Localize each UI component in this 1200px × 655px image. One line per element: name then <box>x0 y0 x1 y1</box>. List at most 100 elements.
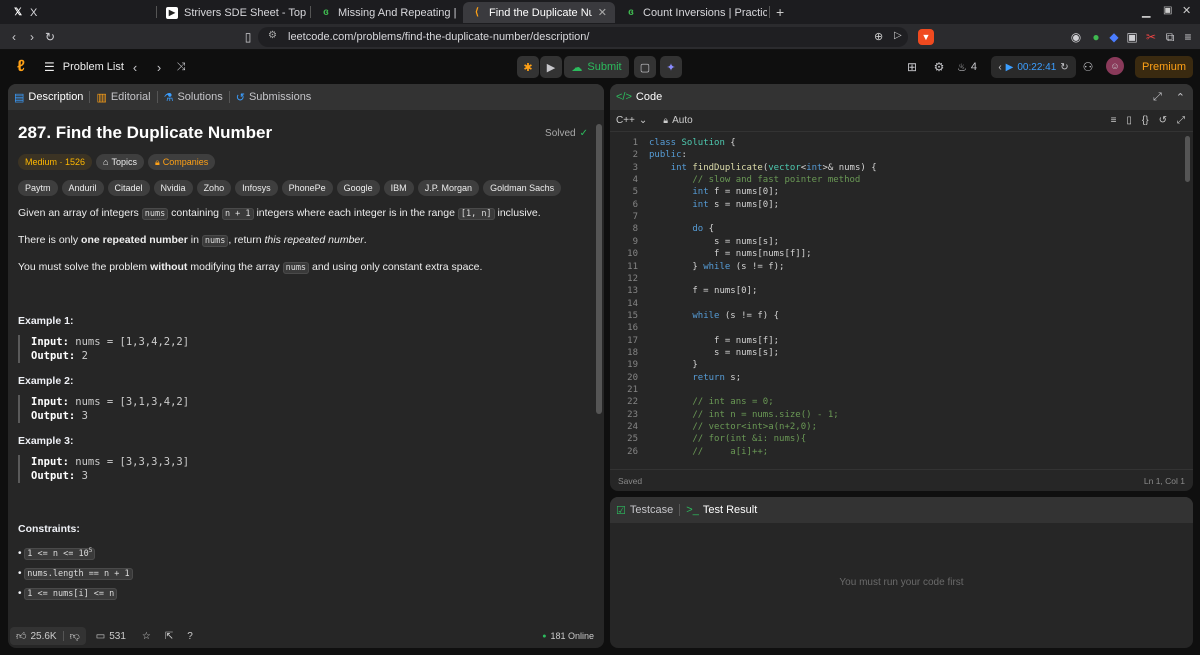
company-tag[interactable]: Infosys <box>235 180 278 196</box>
tab-editorial[interactable]: ▥ Editorial <box>90 84 156 110</box>
code-line[interactable]: // a[i]++; <box>649 447 768 457</box>
browser-tab-find-duplicate[interactable]: ⟨ Find the Duplicate Numb ✕ <box>463 2 615 23</box>
editor-scrollbar[interactable] <box>1185 136 1190 182</box>
code-line[interactable]: f = nums[0]; <box>649 286 757 296</box>
language-select[interactable]: C++ ⌄ <box>616 115 647 126</box>
tab-description[interactable]: ▤ Description <box>8 84 89 110</box>
company-tag[interactable]: PhonePe <box>281 180 333 196</box>
collapse-panel-icon[interactable]: ⌃ <box>1176 91 1185 104</box>
extensions-puzzle-icon[interactable]: ⧉ <box>1162 29 1178 45</box>
back-icon[interactable]: ‹ <box>6 29 22 45</box>
code-line[interactable]: s = nums[s]; <box>649 348 779 358</box>
timer-control[interactable]: ‹ ▶ 00:22:41 ↻ <box>991 56 1076 78</box>
premium-button[interactable]: Premium <box>1135 56 1193 78</box>
code-line[interactable]: int s = nums[0]; <box>649 200 779 210</box>
browser-tab-count-inversions[interactable]: ɞ Count Inversions | Practice <box>617 2 767 23</box>
code-line[interactable]: do { <box>649 224 714 234</box>
like-button[interactable]: 👍︎ 25.6K 👎︎ <box>10 627 86 645</box>
extension-icon[interactable]: ◉ <box>1068 29 1084 45</box>
code-line[interactable]: // int ans = 0; <box>649 397 773 407</box>
comments-button[interactable]: ▭ 531 <box>96 631 126 642</box>
company-tag[interactable]: Zoho <box>196 180 232 196</box>
extension-shield-icon[interactable]: ◆ <box>1106 29 1122 45</box>
code-line[interactable]: } <box>649 360 697 370</box>
tab-test-result[interactable]: >_ Test Result <box>680 497 763 523</box>
code-line[interactable]: // vector<int>a(n+2,0); <box>649 422 817 432</box>
company-tag[interactable]: IBM <box>383 180 414 196</box>
company-tag[interactable]: Citadel <box>107 180 150 196</box>
avatar[interactable]: ☺ <box>1106 57 1124 75</box>
layout-icon[interactable]: ⊞ <box>904 59 920 75</box>
extension-icon-red[interactable]: ✂ <box>1143 29 1159 45</box>
companies-button[interactable]: 🔒︎ Companies <box>147 154 216 170</box>
code-line[interactable]: f = nums[f]; <box>649 336 779 346</box>
close-window-icon[interactable]: ✕ <box>1182 4 1191 17</box>
reset-code-icon[interactable]: ↺ <box>1159 115 1167 126</box>
bookmark-icon[interactable]: ▯ <box>240 29 256 45</box>
company-tag[interactable]: J.P. Morgan <box>417 180 480 196</box>
brave-shield-icon[interactable]: ▼ <box>918 29 934 45</box>
code-line[interactable]: class Solution { <box>649 138 736 148</box>
close-tab-icon[interactable]: ✕ <box>598 6 607 19</box>
star-icon[interactable]: ☆ <box>142 631 151 642</box>
company-tag[interactable]: Google <box>336 180 380 196</box>
new-tab-icon[interactable]: + <box>776 4 784 20</box>
code-line[interactable]: public: <box>649 150 687 160</box>
company-tag[interactable]: Anduril <box>61 180 104 196</box>
share-icon[interactable]: ⇱ <box>165 631 173 642</box>
zoom-icon[interactable]: ⊕ <box>874 30 883 43</box>
add-friend-icon[interactable]: ⚇ <box>1080 59 1096 75</box>
submit-button[interactable]: ☁ Submit <box>564 56 629 78</box>
minimize-icon[interactable]: ▁ <box>1142 5 1150 18</box>
auto-mode[interactable]: 🔒︎ Auto <box>663 115 692 126</box>
reload-icon[interactable]: ↻ <box>42 29 58 45</box>
code-line[interactable]: f = nums[nums[f]]; <box>649 249 812 259</box>
format-icon[interactable]: ≡ <box>1111 115 1117 126</box>
browser-tab-missing-repeating[interactable]: ɞ Missing And Repeating | Pr <box>312 2 460 23</box>
debug-button[interactable]: ✱ <box>517 56 539 78</box>
next-problem-icon[interactable]: › <box>152 59 166 75</box>
extension-camera-icon[interactable]: ▣ <box>1124 29 1140 45</box>
code-line[interactable]: int f = nums[0]; <box>649 187 779 197</box>
prev-problem-icon[interactable]: ‹ <box>128 59 142 75</box>
thumbs-down-icon[interactable]: 👎︎ <box>70 630 80 642</box>
settings-gear-icon[interactable]: ⚙ <box>931 59 947 75</box>
tab-testcase[interactable]: ☑ Testcase <box>610 497 679 523</box>
browser-tab-strivers[interactable]: ▶ Strivers SDE Sheet - Top Co <box>158 2 308 23</box>
company-tag[interactable]: Goldman Sachs <box>483 180 562 196</box>
browser-tab-x[interactable]: 𝕏 X <box>4 2 154 23</box>
tab-code[interactable]: </> Code <box>610 84 668 110</box>
code-line[interactable]: // for(int &i: nums){ <box>649 434 806 444</box>
leetcode-logo-icon[interactable]: ℓ <box>12 58 30 76</box>
code-line[interactable]: s = nums[s]; <box>649 237 779 247</box>
code-line[interactable]: return s; <box>649 373 741 383</box>
braces-icon[interactable]: {} <box>1142 115 1149 126</box>
tab-submissions[interactable]: ↺ Submissions <box>230 84 318 110</box>
code-line[interactable]: int findDuplicate(vector<int>& nums) { <box>649 163 877 173</box>
expand-icon[interactable]: ⤢ <box>1153 91 1162 104</box>
run-button[interactable]: ▶ <box>540 56 562 78</box>
ai-assist-button[interactable]: ✦ <box>660 56 682 78</box>
notes-button[interactable]: ▢ <box>634 56 656 78</box>
company-tag[interactable]: Paytm <box>18 180 58 196</box>
url-field[interactable]: ⚙ leetcode.com/problems/find-the-duplica… <box>258 27 908 47</box>
extension-green-icon[interactable]: ● <box>1088 29 1104 45</box>
share-icon[interactable]: ▷ <box>894 30 902 41</box>
maximize-icon[interactable]: ▣ <box>1163 5 1172 16</box>
help-icon[interactable]: ? <box>187 631 193 642</box>
code-line[interactable]: // int n = nums.size() - 1; <box>649 410 838 420</box>
streak-counter[interactable]: ♨ 4 <box>957 59 977 75</box>
fullscreen-icon[interactable]: ⤢ <box>1177 115 1185 126</box>
problem-list-button[interactable]: ☰ Problem List <box>44 59 124 75</box>
code-line[interactable]: } while (s != f); <box>649 262 784 272</box>
site-info-icon[interactable]: ⚙ <box>268 30 277 41</box>
company-tag[interactable]: Nvidia <box>153 180 193 196</box>
bookmark-icon[interactable]: ▯ <box>1126 115 1132 126</box>
topics-button[interactable]: ⌂ Topics <box>96 154 144 170</box>
shuffle-icon[interactable]: ⤨ <box>174 59 188 75</box>
tab-solutions[interactable]: ⚗ Solutions <box>158 84 229 110</box>
code-line[interactable]: // slow and fast pointer method <box>649 175 860 185</box>
forward-icon[interactable]: › <box>24 29 40 45</box>
menu-icon[interactable]: ≡ <box>1180 29 1196 45</box>
description-scrollbar[interactable] <box>596 124 602 414</box>
